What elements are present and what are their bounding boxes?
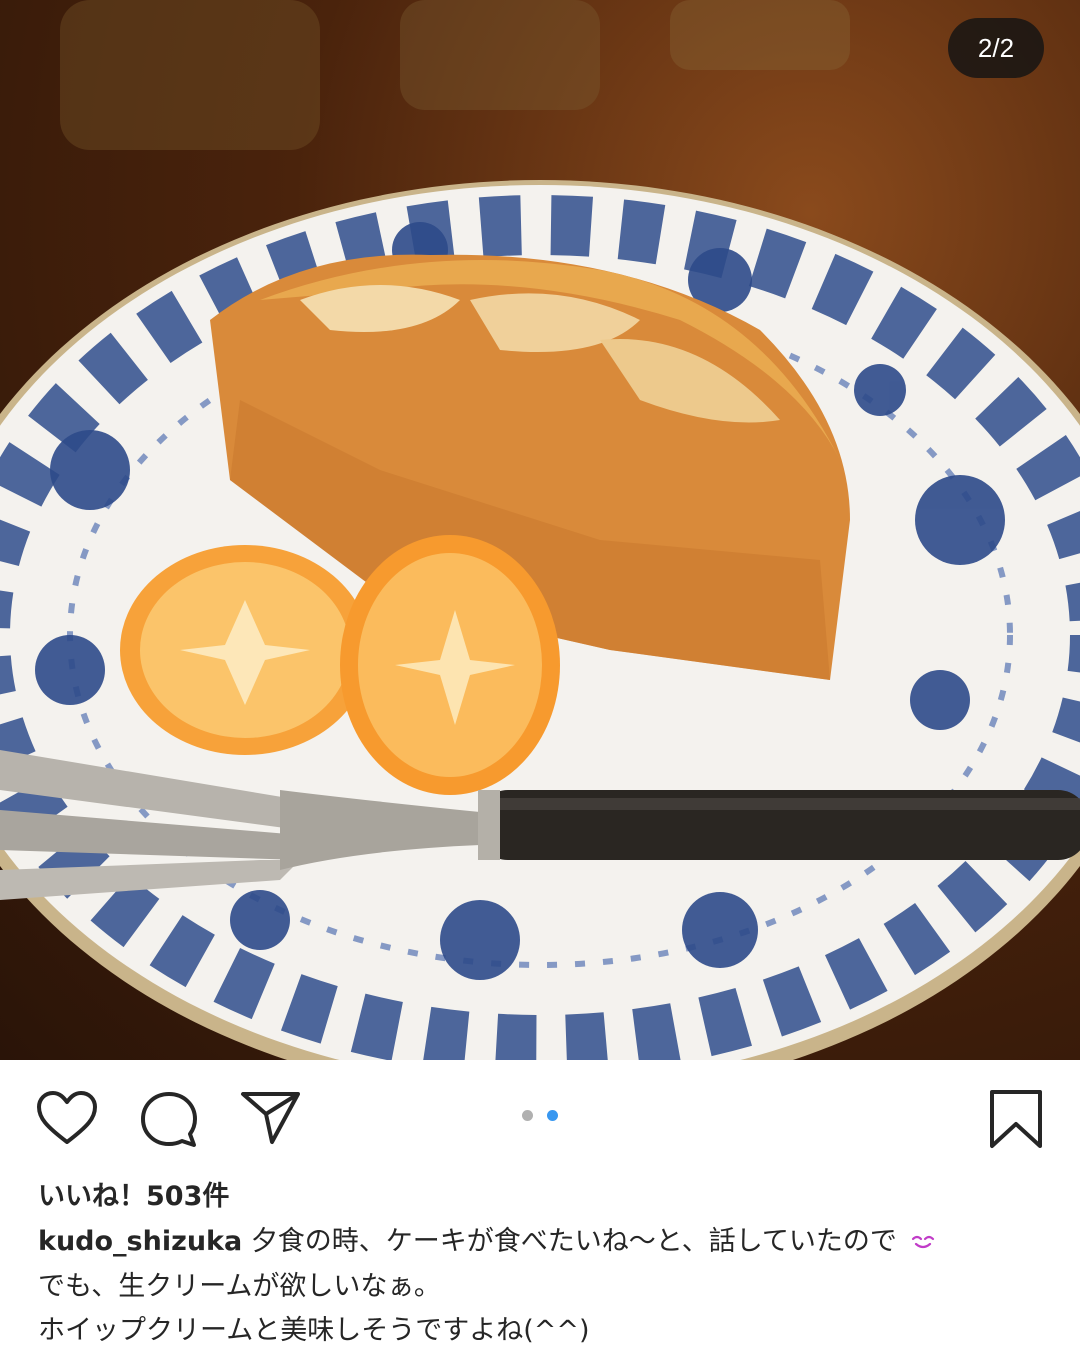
heart-icon[interactable] (36, 1090, 98, 1146)
caption-username[interactable]: kudo_shizuka (38, 1226, 242, 1257)
carousel-dot-2-active[interactable] (547, 1110, 559, 1121)
carousel-indicator (522, 1110, 567, 1122)
like-count[interactable]: いいね！503件 (38, 1174, 229, 1213)
caption-line-1: kudo_shizuka 夕食の時、ケーキが食べたいね〜と、話していたので (38, 1220, 1048, 1265)
comment-bubble-icon[interactable] (139, 1090, 199, 1150)
caption-text-2: でも、生クリームが欲しいなぁ。 (38, 1270, 441, 1302)
image-counter-badge: 2/2 (948, 18, 1044, 78)
smiling-face-icon (910, 1221, 936, 1265)
caption-text-1: 夕食の時、ケーキが食べたいね〜と、話していたので (250, 1226, 897, 1257)
bookmark-icon[interactable] (988, 1088, 1044, 1150)
paper-plane-icon[interactable] (240, 1090, 302, 1146)
caption-text-3: ホイップクリームと美味しそうですよね(^^) (38, 1314, 590, 1346)
cake-photo-illustration (0, 0, 1080, 1060)
post-photo[interactable]: 2/2 (0, 0, 1080, 1060)
post-caption: kudo_shizuka 夕食の時、ケーキが食べたいね〜と、話していたので でも… (38, 1220, 1048, 1353)
carousel-dot-1[interactable] (522, 1110, 533, 1121)
